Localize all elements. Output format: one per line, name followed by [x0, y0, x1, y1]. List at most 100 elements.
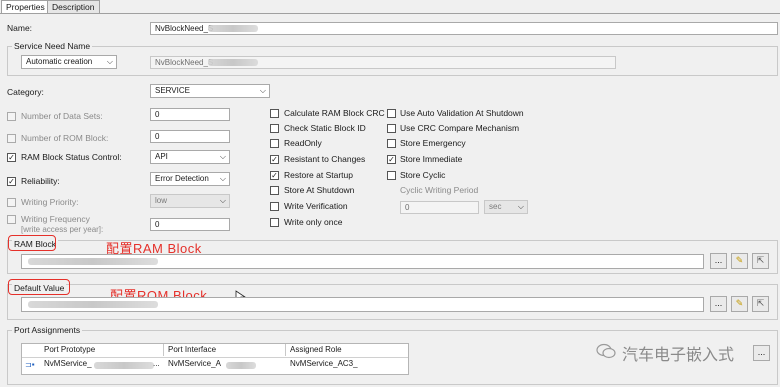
writing-priority-select: low ⌵ [150, 194, 230, 208]
category-value: SERVICE [155, 86, 190, 95]
restore-startup-label: Restore at Startup [284, 170, 353, 180]
readonly-checkbox[interactable] [270, 139, 279, 148]
data-sets-input[interactable]: 0 [150, 108, 230, 121]
writing-frequency-label: Writing Frequency [21, 214, 90, 224]
writing-frequency-sublabel: [write access per year]: [21, 225, 104, 234]
cyclic-period-label: Cyclic Writing Period [400, 185, 479, 195]
redacted-text [208, 59, 258, 66]
store-shutdown-label: Store At Shutdown [284, 185, 355, 195]
store-shutdown-checkbox[interactable] [270, 186, 279, 195]
ram-new-button[interactable]: ✎ [731, 253, 748, 269]
column-header-prototype[interactable]: Port Prototype [40, 344, 164, 356]
write-once-label: Write only once [284, 217, 343, 227]
store-immediate-label: Store Immediate [400, 154, 463, 164]
ram-status-value: API [155, 152, 168, 161]
write-verification-checkbox[interactable] [270, 202, 279, 211]
cyclic-unit-select: sec ⌵ [484, 200, 528, 214]
resistant-changes-checkbox[interactable]: ✓ [270, 155, 279, 164]
chevron-down-icon: ⌵ [106, 57, 113, 66]
chevron-down-icon: ⌵ [517, 202, 524, 211]
column-header-interface[interactable]: Port Interface [164, 344, 286, 356]
redacted-text [94, 362, 154, 369]
open-icon: ⇱ [756, 255, 765, 265]
open-icon: ⇱ [756, 298, 765, 308]
redacted-text [208, 25, 258, 32]
ram-status-checkbox[interactable]: ✓ [7, 153, 16, 162]
cyclic-unit-value: sec [489, 202, 502, 211]
reliability-checkbox[interactable]: ✓ [7, 177, 16, 186]
category-select[interactable]: SERVICE ⌵ [150, 84, 270, 98]
default-new-button[interactable]: ✎ [731, 296, 748, 312]
column-header-role[interactable]: Assigned Role [286, 344, 408, 356]
readonly-label: ReadOnly [284, 138, 322, 148]
crc-compare-label: Use CRC Compare Mechanism [400, 123, 520, 133]
reliability-label: Reliability: [21, 176, 60, 186]
ram-browse-button[interactable]: ... [710, 253, 727, 269]
watermark-text: 汽车电子嵌入式 [622, 347, 735, 364]
chevron-down-icon: ⌵ [219, 196, 226, 205]
data-sets-checkbox[interactable] [7, 112, 16, 121]
calc-ram-crc-checkbox[interactable] [270, 109, 279, 118]
reliability-value: Error Detection [155, 174, 209, 183]
store-cyclic-label: Store Cyclic [400, 170, 446, 180]
service-need-mode-select[interactable]: Automatic creation ⌵ [21, 55, 117, 69]
redacted-text [28, 258, 158, 265]
check-static-id-label: Check Static Block ID [284, 123, 366, 133]
auto-validation-checkbox[interactable] [387, 109, 396, 118]
crc-compare-checkbox[interactable] [387, 124, 396, 133]
port-assignments-title: Port Assignments [12, 325, 83, 335]
assigned-role-cell: NvMService_AC3_ [290, 359, 358, 368]
writing-priority-label: Writing Priority: [21, 197, 79, 207]
ram-status-label: RAM Block Status Control: [21, 152, 122, 162]
write-verification-label: Write Verification [284, 201, 348, 211]
service-need-name-value: NvBlockNeed_S [155, 58, 214, 67]
redacted-text [28, 301, 158, 308]
watermark: 汽车电子嵌入式 [596, 339, 766, 365]
tab-divider [0, 13, 780, 14]
ram-status-select[interactable]: API ⌵ [150, 150, 230, 164]
calc-ram-crc-label: Calculate RAM Block CRC [284, 108, 385, 118]
writing-frequency-input[interactable]: 0 [150, 218, 230, 231]
tab-description[interactable]: Description [47, 0, 100, 14]
cyclic-period-value: 0 [405, 203, 410, 212]
port-icon: ⊐▪ [25, 360, 35, 369]
default-open-button[interactable]: ⇱ [752, 296, 769, 312]
store-emergency-label: Store Emergency [400, 138, 466, 148]
writing-priority-value: low [155, 196, 168, 205]
data-sets-value: 0 [155, 110, 160, 119]
name-value: NvBlockNeed_S [155, 24, 214, 33]
port-table[interactable]: Port Prototype Port Interface Assigned R… [21, 343, 409, 375]
chat-bubble-icon [596, 343, 616, 359]
rom-block-checkbox[interactable] [7, 134, 16, 143]
port-prototype-cell: NvMService_ [44, 359, 92, 368]
rom-block-label: Number of ROM Block: [21, 133, 109, 143]
store-emergency-checkbox[interactable] [387, 139, 396, 148]
resistant-changes-label: Resistant to Changes [284, 154, 366, 164]
restore-startup-checkbox[interactable]: ✓ [270, 171, 279, 180]
new-file-icon: ✎ [735, 255, 744, 265]
new-file-icon: ✎ [735, 298, 744, 308]
store-immediate-checkbox[interactable]: ✓ [387, 155, 396, 164]
write-once-checkbox[interactable] [270, 218, 279, 227]
category-label: Category: [7, 87, 44, 97]
default-browse-button[interactable]: ... [710, 296, 727, 312]
cyclic-period-input: 0 [400, 201, 479, 214]
chevron-down-icon: ⌵ [219, 174, 226, 183]
tab-properties[interactable]: Properties [1, 0, 50, 14]
writing-priority-checkbox[interactable] [7, 198, 16, 207]
ram-open-button[interactable]: ⇱ [752, 253, 769, 269]
writing-frequency-value: 0 [155, 220, 160, 229]
writing-frequency-checkbox[interactable] [7, 215, 16, 224]
port-interface-cell: NvMService_A [168, 359, 221, 368]
rom-block-input[interactable]: 0 [150, 130, 230, 143]
redacted-text [226, 362, 256, 369]
store-cyclic-checkbox[interactable] [387, 171, 396, 180]
check-static-id-checkbox[interactable] [270, 124, 279, 133]
name-label: Name: [7, 23, 33, 33]
table-row[interactable]: ⊐▪ NvMService_ ... NvMService_A NvMServi… [22, 358, 408, 371]
auto-validation-label: Use Auto Validation At Shutdown [400, 108, 524, 118]
data-sets-label: Number of Data Sets: [21, 111, 103, 121]
reliability-select[interactable]: Error Detection ⌵ [150, 172, 230, 186]
highlight-box [8, 279, 70, 295]
service-need-name-title: Service Need Name [12, 41, 93, 51]
